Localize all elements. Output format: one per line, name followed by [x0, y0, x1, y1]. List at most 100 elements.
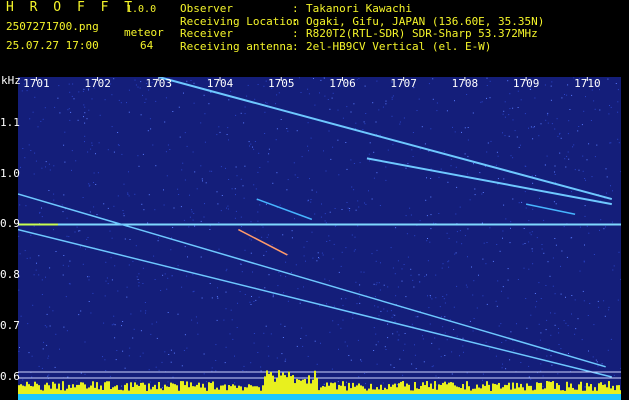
noise-pixel	[128, 355, 130, 357]
noise-pixel	[80, 372, 82, 374]
noise-pixel	[444, 316, 446, 318]
activity-bar	[384, 387, 386, 394]
noise-pixel	[547, 114, 549, 116]
noise-pixel	[583, 110, 585, 112]
x-axis-ticks: 1701 1702 1703 1704 1705 1706 1707 1708 1709 1710	[0, 77, 629, 91]
noise-pixel	[384, 346, 386, 348]
activity-bar	[34, 381, 36, 394]
noise-pixel	[240, 263, 242, 265]
activity-bar	[40, 389, 42, 394]
noise-pixel	[113, 151, 115, 153]
noise-pixel	[546, 155, 548, 157]
noise-pixel	[579, 226, 581, 228]
noise-pixel	[532, 127, 534, 129]
noise-pixel	[62, 264, 64, 266]
noise-pixel	[231, 319, 233, 321]
noise-pixel	[618, 251, 620, 253]
noise-pixel	[71, 95, 73, 97]
noise-pixel	[219, 131, 221, 133]
noise-pixel	[311, 189, 313, 191]
noise-pixel	[42, 118, 44, 120]
activity-bar	[442, 382, 444, 394]
activity-bar	[228, 385, 230, 394]
noise-pixel	[41, 216, 43, 218]
activity-bar	[376, 387, 378, 394]
noise-pixel	[334, 225, 336, 227]
noise-pixel	[142, 283, 144, 284]
noise-pixel	[587, 315, 589, 316]
noise-pixel	[598, 306, 600, 308]
noise-pixel	[502, 230, 504, 232]
noise-pixel	[564, 158, 566, 160]
noise-pixel	[111, 279, 113, 281]
noise-pixel	[49, 306, 51, 308]
noise-pixel	[184, 179, 186, 181]
activity-bar	[412, 390, 414, 394]
noise-pixel	[216, 296, 218, 298]
noise-pixel	[613, 374, 615, 376]
activity-bar	[174, 384, 176, 394]
noise-pixel	[353, 189, 355, 191]
noise-pixel	[609, 105, 610, 106]
noise-pixel	[396, 331, 398, 333]
noise-pixel	[128, 171, 129, 173]
noise-pixel	[394, 314, 396, 316]
noise-pixel	[76, 226, 78, 228]
info-key: Receiver	[180, 27, 233, 40]
activity-bar	[226, 390, 228, 394]
activity-bar	[176, 385, 178, 394]
noise-pixel	[200, 122, 202, 124]
noise-pixel	[594, 108, 596, 110]
noise-pixel	[422, 335, 423, 337]
noise-pixel	[485, 263, 487, 265]
noise-pixel	[429, 295, 431, 296]
activity-bar	[232, 384, 234, 394]
noise-pixel	[342, 117, 344, 119]
noise-pixel	[107, 207, 109, 209]
noise-pixel	[183, 350, 185, 351]
noise-pixel	[540, 363, 542, 365]
noise-pixel	[514, 130, 516, 132]
meteor-trace	[158, 77, 613, 200]
noise-pixel	[157, 240, 159, 242]
noise-pixel	[346, 381, 347, 383]
noise-pixel	[243, 122, 245, 124]
noise-pixel	[586, 159, 588, 161]
noise-pixel	[225, 167, 226, 169]
noise-pixel	[300, 338, 302, 339]
noise-pixel	[418, 98, 420, 100]
activity-bar	[304, 378, 306, 394]
noise-pixel	[66, 330, 68, 332]
activity-bar	[256, 386, 258, 394]
noise-pixel	[287, 300, 289, 302]
noise-pixel	[464, 127, 466, 129]
noise-pixel	[186, 145, 188, 147]
noise-pixel	[456, 335, 458, 337]
activity-bar	[208, 382, 210, 394]
activity-bar	[224, 384, 226, 394]
x-tick-label: 1705	[267, 77, 295, 90]
noise-pixel	[473, 163, 474, 165]
noise-pixel	[70, 385, 72, 387]
noise-pixel	[472, 112, 474, 114]
noise-pixel	[266, 236, 268, 238]
noise-pixel	[447, 181, 449, 183]
noise-pixel	[148, 369, 150, 371]
activity-bar	[464, 389, 466, 394]
noise-pixel	[605, 226, 606, 228]
noise-pixel	[350, 359, 352, 361]
noise-pixel	[24, 250, 26, 252]
noise-pixel	[395, 295, 397, 297]
noise-pixel	[344, 341, 346, 343]
y-tick-label: 1.0	[0, 166, 20, 180]
noise-pixel	[248, 141, 250, 143]
noise-pixel	[403, 349, 404, 351]
noise-pixel	[87, 151, 89, 153]
activity-bar	[260, 390, 262, 394]
noise-pixel	[250, 239, 252, 241]
noise-pixel	[610, 106, 612, 108]
noise-pixel	[86, 118, 88, 120]
noise-pixel	[138, 282, 140, 284]
info-value: R820T2(RTL-SDR) SDR-Sharp 53.372MHz	[306, 27, 538, 40]
noise-pixel	[588, 232, 590, 234]
